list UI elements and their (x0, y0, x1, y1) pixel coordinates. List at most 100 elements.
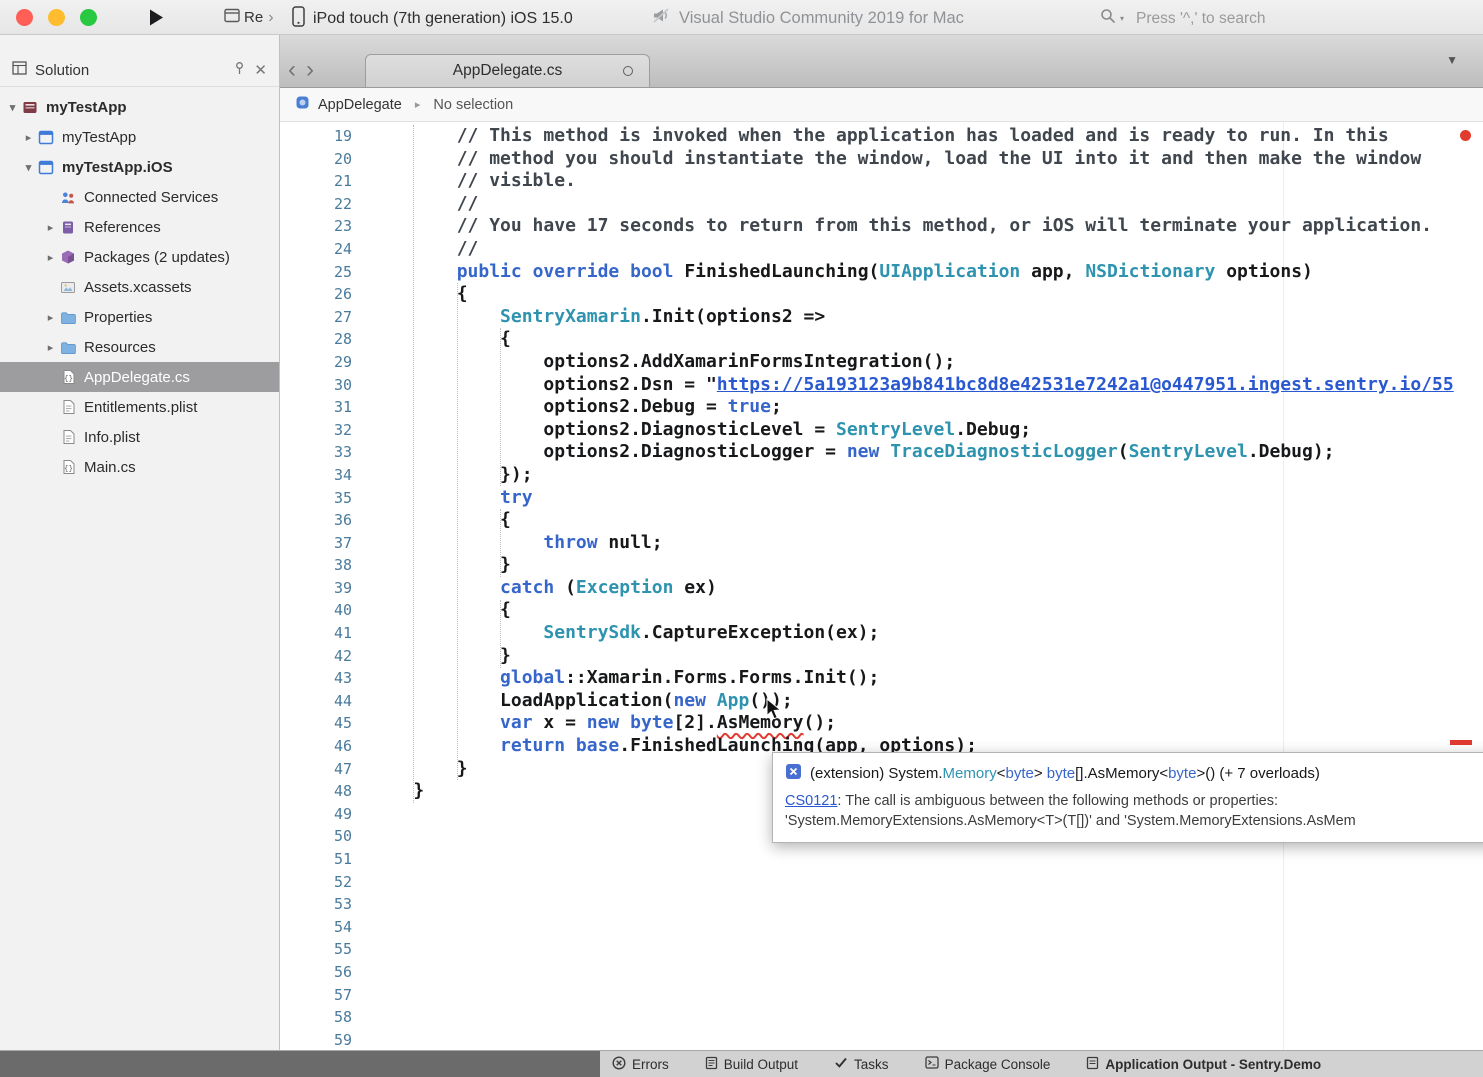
bottom-tab-build-output[interactable]: Build Output (705, 1056, 798, 1073)
line-number[interactable]: 41 (280, 622, 370, 645)
code-line[interactable]: 54 (280, 916, 1483, 939)
code-editor[interactable]: 19 // This method is invoked when the ap… (280, 122, 1483, 1050)
code-line[interactable]: 23 // You have 17 seconds to return from… (280, 215, 1483, 238)
code-line[interactable]: 25 public override bool FinishedLaunchin… (280, 261, 1483, 284)
code-line[interactable]: 44 LoadApplication(new App()); (280, 690, 1483, 713)
code-line[interactable]: 57 (280, 984, 1483, 1007)
line-number[interactable]: 33 (280, 441, 370, 464)
bottom-tab-package-console[interactable]: Package Console (925, 1056, 1051, 1072)
run-button[interactable] (147, 8, 165, 32)
close-pad-icon[interactable]: ✕ (254, 61, 267, 79)
tree-item-references[interactable]: ▸References (0, 212, 279, 242)
tab-modified-icon[interactable] (623, 66, 633, 76)
tree-item-mytestapp-ios[interactable]: ▾myTestApp.iOS (0, 152, 279, 182)
line-number[interactable]: 43 (280, 667, 370, 690)
chevron-right-icon[interactable]: ▸ (42, 311, 59, 324)
code-line[interactable]: 39 catch (Exception ex) (280, 577, 1483, 600)
tree-item-connected-services[interactable]: Connected Services (0, 182, 279, 212)
tree-item-properties[interactable]: ▸Properties (0, 302, 279, 332)
line-number[interactable]: 29 (280, 351, 370, 374)
breadcrumb-selection[interactable]: No selection (433, 97, 513, 113)
tree-item-entitlements-plist[interactable]: Entitlements.plist (0, 392, 279, 422)
pin-pad-icon[interactable] (233, 61, 246, 79)
line-number[interactable]: 51 (280, 848, 370, 871)
line-number[interactable]: 38 (280, 554, 370, 577)
code-line[interactable]: 19 // This method is invoked when the ap… (280, 125, 1483, 148)
line-number[interactable]: 21 (280, 170, 370, 193)
line-number[interactable]: 42 (280, 645, 370, 668)
line-number[interactable]: 59 (280, 1029, 370, 1050)
error-marker-icon[interactable] (1460, 130, 1471, 141)
line-number[interactable]: 58 (280, 1006, 370, 1029)
code-line[interactable]: 35 try (280, 487, 1483, 510)
code-line[interactable]: 43 global::Xamarin.Forms.Forms.Init(); (280, 667, 1483, 690)
line-number[interactable]: 39 (280, 577, 370, 600)
code-line[interactable]: 33 options2.DiagnosticLogger = new Trace… (280, 441, 1483, 464)
line-number[interactable]: 23 (280, 215, 370, 238)
line-number[interactable]: 32 (280, 419, 370, 442)
line-number[interactable]: 47 (280, 758, 370, 781)
code-line[interactable]: 24 // (280, 238, 1483, 261)
bottom-tab-application-output-sentry-demo[interactable]: Application Output - Sentry.Demo (1086, 1056, 1321, 1073)
code-line[interactable]: 27 SentryXamarin.Init(options2 => (280, 306, 1483, 329)
line-number[interactable]: 54 (280, 916, 370, 939)
code-line[interactable]: 31 options2.Debug = true; (280, 396, 1483, 419)
error-line-marker[interactable] (1450, 740, 1472, 745)
chevron-down-icon[interactable]: ▾ (4, 101, 21, 114)
error-underlined-token[interactable]: AsMemory (717, 712, 804, 733)
line-number[interactable]: 20 (280, 148, 370, 171)
zoom-window-button[interactable] (80, 9, 97, 26)
navigate-back-button[interactable]: ‹ (288, 58, 296, 82)
line-number[interactable]: 46 (280, 735, 370, 758)
line-number[interactable]: 31 (280, 396, 370, 419)
code-line[interactable]: 52 (280, 871, 1483, 894)
build-configuration-selector[interactable]: Re › (224, 8, 274, 27)
line-number[interactable]: 19 (280, 125, 370, 148)
global-search-field[interactable]: ▾ Press '^,' to search (1100, 8, 1266, 29)
error-code-link[interactable]: CS0121 (785, 793, 837, 809)
code-line[interactable]: 56 (280, 961, 1483, 984)
navigate-forward-button[interactable]: › (306, 58, 314, 82)
line-number[interactable]: 50 (280, 825, 370, 848)
tree-item-packages-2-updates-[interactable]: ▸Packages (2 updates) (0, 242, 279, 272)
line-number[interactable]: 53 (280, 893, 370, 916)
line-number[interactable]: 36 (280, 509, 370, 532)
code-line[interactable]: 38 } (280, 554, 1483, 577)
line-number[interactable]: 26 (280, 283, 370, 306)
line-number[interactable]: 44 (280, 690, 370, 713)
code-line[interactable]: 22 // (280, 193, 1483, 216)
code-line[interactable]: 41 SentrySdk.CaptureException(ex); (280, 622, 1483, 645)
tree-item-resources[interactable]: ▸Resources (0, 332, 279, 362)
device-selector[interactable]: iPod touch (7th generation) iOS 15.0 (292, 6, 573, 32)
line-number[interactable]: 55 (280, 938, 370, 961)
line-number[interactable]: 48 (280, 780, 370, 803)
line-number[interactable]: 22 (280, 193, 370, 216)
code-line[interactable]: 30 options2.Dsn = "https://5a193123a9b84… (280, 374, 1483, 397)
code-line[interactable]: 45 var x = new byte[2].AsMemory(); (280, 712, 1483, 735)
bottom-tab-tasks[interactable]: Tasks (834, 1056, 889, 1072)
tree-item-assets-xcassets[interactable]: Assets.xcassets (0, 272, 279, 302)
close-window-button[interactable] (16, 9, 33, 26)
tree-item-info-plist[interactable]: Info.plist (0, 422, 279, 452)
line-number[interactable]: 27 (280, 306, 370, 329)
bottom-tab-errors[interactable]: Errors (612, 1056, 669, 1073)
code-line[interactable]: 36 { (280, 509, 1483, 532)
tree-item-main-cs[interactable]: {}Main.cs (0, 452, 279, 482)
line-number[interactable]: 28 (280, 328, 370, 351)
code-line[interactable]: 34 }); (280, 464, 1483, 487)
code-line[interactable]: 32 options2.DiagnosticLevel = SentryLeve… (280, 419, 1483, 442)
line-number[interactable]: 45 (280, 712, 370, 735)
tab-appdelegate[interactable]: AppDelegate.cs (365, 54, 650, 87)
line-number[interactable]: 24 (280, 238, 370, 261)
line-number[interactable]: 37 (280, 532, 370, 555)
line-number[interactable]: 52 (280, 871, 370, 894)
code-line[interactable]: 59 (280, 1029, 1483, 1050)
line-number[interactable]: 34 (280, 464, 370, 487)
tab-list-dropdown-icon[interactable]: ▼ (1446, 53, 1458, 67)
minimize-window-button[interactable] (48, 9, 65, 26)
code-line[interactable]: 20 // method you should instantiate the … (280, 148, 1483, 171)
tree-item-mytestapp[interactable]: ▸myTestApp (0, 122, 279, 152)
chevron-down-icon[interactable]: ▾ (20, 161, 37, 174)
chevron-right-icon[interactable]: ▸ (42, 251, 59, 264)
code-line[interactable]: 29 options2.AddXamarinFormsIntegration()… (280, 351, 1483, 374)
